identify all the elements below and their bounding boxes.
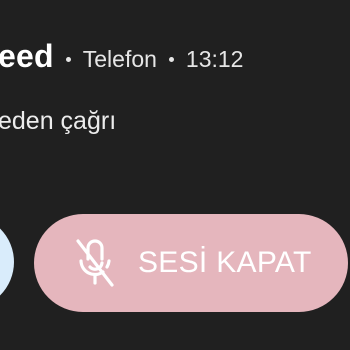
separator-dot: [65, 57, 71, 62]
notification-time: 13:12: [185, 46, 244, 72]
mute-button[interactable]: SESİ KAPAT: [34, 214, 348, 312]
incoming-call-notification: eed Telefon 13:12 eden çağrı SESİ KAPAT: [0, 0, 350, 350]
call-status-text: eden çağrı: [0, 107, 117, 135]
mute-button-label: SESİ KAPAT: [138, 246, 312, 279]
mic-off-icon: [72, 237, 118, 289]
caller-name: eed: [0, 38, 54, 74]
secondary-action-button[interactable]: [0, 215, 14, 309]
app-name: Telefon: [82, 46, 157, 72]
separator-dot: [168, 57, 174, 62]
notification-header: eed Telefon 13:12: [0, 38, 243, 75]
